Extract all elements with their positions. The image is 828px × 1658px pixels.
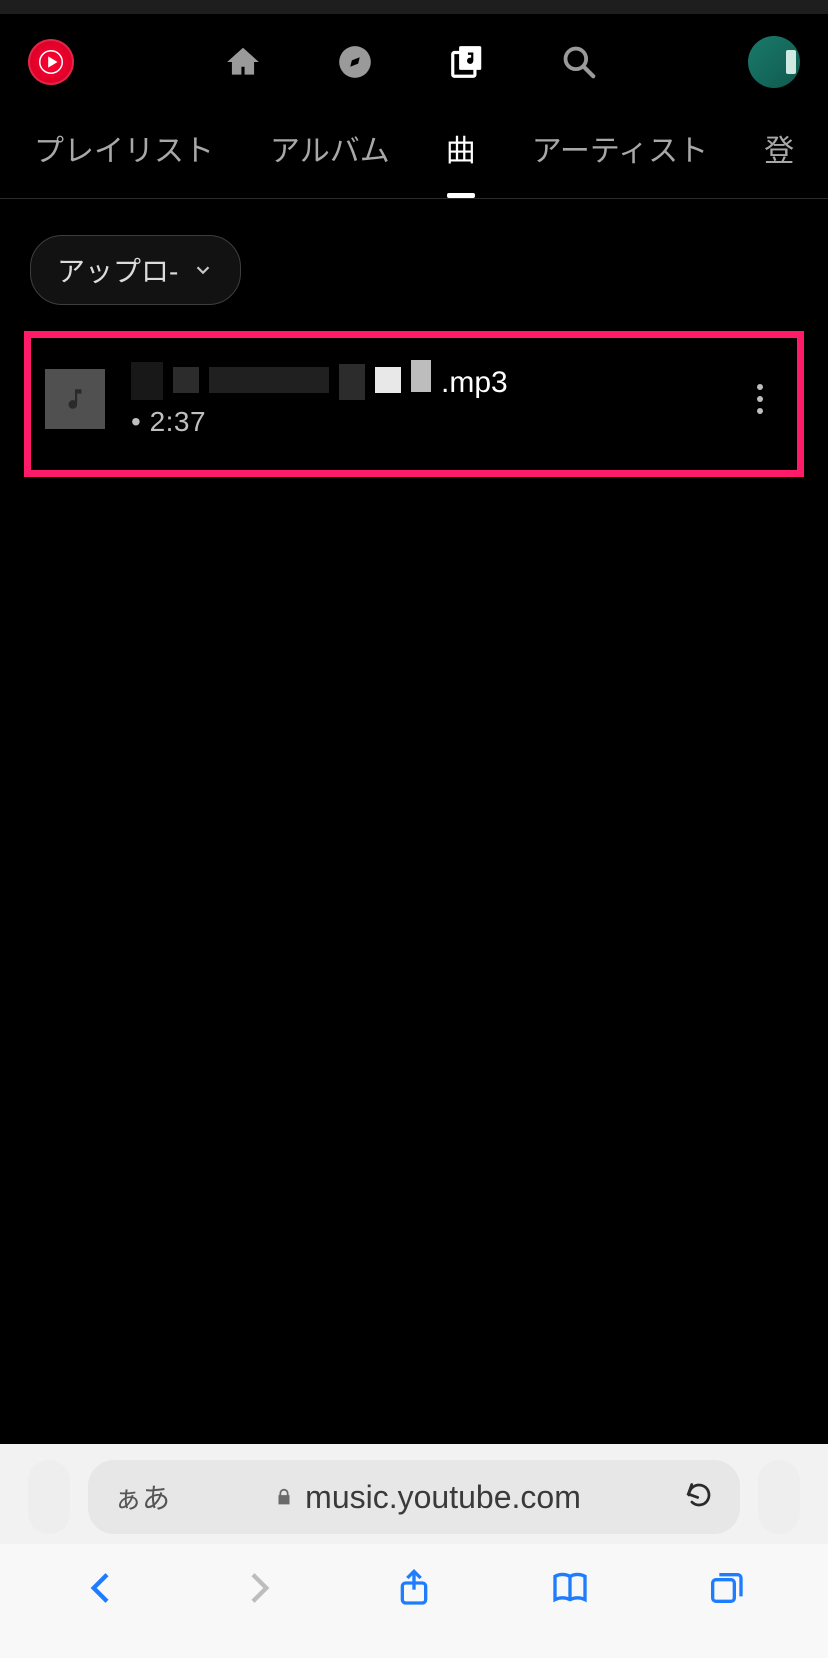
tab-subscriptions-partial[interactable]: 登 bbox=[764, 126, 794, 198]
bookmarks-button[interactable] bbox=[546, 1564, 594, 1612]
address-bar-row: ぁあ music.youtube.com bbox=[0, 1444, 828, 1544]
status-bar-spacer bbox=[0, 0, 828, 14]
chevron-down-icon bbox=[192, 259, 214, 281]
url-text: music.youtube.com bbox=[305, 1479, 581, 1516]
share-icon bbox=[394, 1568, 434, 1608]
tab-songs[interactable]: 曲 bbox=[446, 126, 476, 198]
song-thumbnail-placeholder bbox=[45, 369, 105, 429]
user-avatar[interactable] bbox=[748, 36, 800, 88]
next-tab-peek[interactable] bbox=[758, 1460, 800, 1534]
song-row[interactable]: .mp3 • 2:37 bbox=[39, 356, 789, 442]
song-meta: .mp3 • 2:37 bbox=[131, 360, 715, 438]
tab-playlists[interactable]: プレイリスト bbox=[34, 126, 214, 198]
song-title: .mp3 bbox=[131, 360, 715, 400]
header-nav bbox=[223, 42, 599, 82]
url-display: music.youtube.com bbox=[170, 1479, 684, 1516]
safari-chrome: ぁあ music.youtube.com bbox=[0, 1444, 828, 1658]
song-title-extension: .mp3 bbox=[441, 366, 508, 400]
redacted-text bbox=[209, 367, 329, 393]
share-button[interactable] bbox=[390, 1564, 438, 1612]
upload-filter-label: アップロ- bbox=[57, 250, 178, 290]
compass-icon[interactable] bbox=[335, 42, 375, 82]
youtube-music-logo[interactable] bbox=[28, 39, 74, 85]
library-tabs: プレイリスト アルバム 曲 アーティスト 登 bbox=[0, 98, 828, 199]
app-viewport: プレイリスト アルバム 曲 アーティスト 登 アップロ- bbox=[0, 0, 828, 1444]
redacted-text bbox=[131, 362, 163, 400]
redacted-text bbox=[173, 367, 199, 393]
redacted-text bbox=[375, 367, 401, 393]
forward-button[interactable] bbox=[234, 1564, 282, 1612]
back-button[interactable] bbox=[78, 1564, 126, 1612]
redacted-text bbox=[339, 364, 365, 400]
more-vertical-icon bbox=[757, 384, 763, 390]
chevron-left-icon bbox=[82, 1568, 122, 1608]
safari-toolbar bbox=[0, 1544, 828, 1658]
reader-aa-button[interactable]: ぁあ bbox=[114, 1477, 170, 1517]
music-note-icon bbox=[62, 386, 88, 412]
search-icon[interactable] bbox=[559, 42, 599, 82]
app-header bbox=[0, 14, 828, 98]
upload-filter-chip[interactable]: アップロ- bbox=[30, 235, 241, 305]
tabs-button[interactable] bbox=[702, 1564, 750, 1612]
tab-artists[interactable]: アーティスト bbox=[532, 126, 708, 198]
library-music-icon[interactable] bbox=[447, 42, 487, 82]
tabs-icon bbox=[706, 1568, 746, 1608]
reload-button[interactable] bbox=[684, 1480, 714, 1515]
song-duration: • 2:37 bbox=[131, 406, 715, 438]
annotation-highlight-box: .mp3 • 2:37 bbox=[24, 331, 804, 477]
chevron-right-icon bbox=[238, 1568, 278, 1608]
lock-icon bbox=[273, 1486, 295, 1508]
address-bar[interactable]: ぁあ music.youtube.com bbox=[88, 1460, 740, 1534]
filter-chip-row: アップロ- bbox=[0, 199, 828, 327]
song-more-menu-button[interactable] bbox=[741, 374, 779, 424]
home-icon[interactable] bbox=[223, 42, 263, 82]
tab-albums[interactable]: アルバム bbox=[270, 126, 390, 198]
play-circle-icon bbox=[36, 47, 66, 77]
redacted-text bbox=[411, 360, 431, 392]
book-icon bbox=[550, 1568, 590, 1608]
prev-tab-peek[interactable] bbox=[28, 1460, 70, 1534]
